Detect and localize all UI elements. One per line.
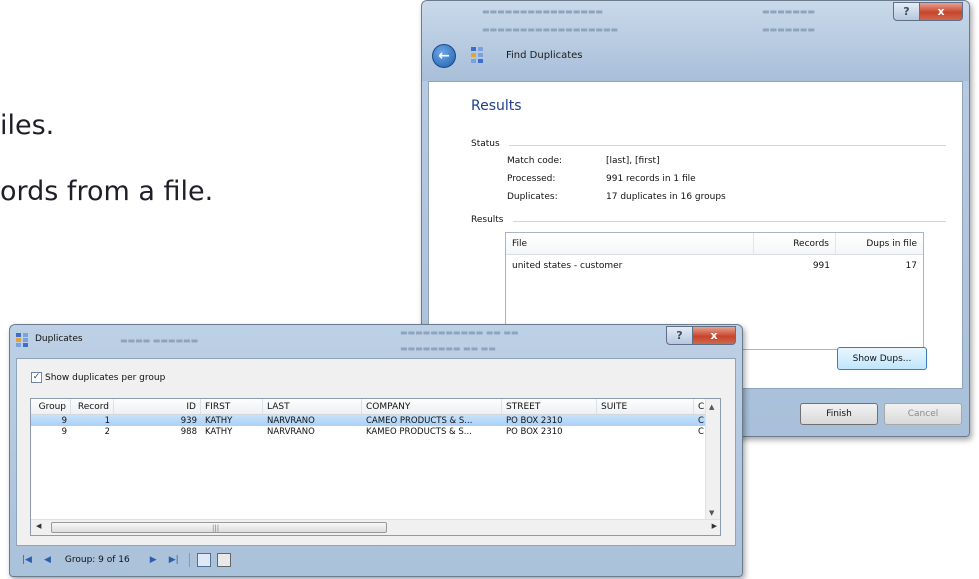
help-icon: ? <box>676 329 683 342</box>
first-icon[interactable]: |◀ <box>22 555 32 565</box>
group-navigator: |◀ ◀ Group: 9 of 16 ▶ ▶| <box>16 550 234 570</box>
close-icon: x <box>710 329 718 342</box>
window-controls: ? x <box>666 326 736 345</box>
copy-icon[interactable] <box>196 553 211 567</box>
close-button[interactable]: x <box>919 2 963 21</box>
table-row[interactable]: 9 1 939 KATHY NARVRANO CAMEO PRODUCTS & … <box>31 415 720 426</box>
help-button[interactable]: ? <box>893 2 920 21</box>
scroll-up-icon[interactable]: ▲ <box>709 403 714 411</box>
back-arrow-icon: ← <box>438 48 450 64</box>
status-section-label: Status <box>471 139 500 149</box>
column-header-last[interactable]: LAST <box>263 399 362 414</box>
column-header-first[interactable]: FIRST <box>201 399 263 414</box>
duplicates-value: 17 duplicates in 16 groups <box>606 192 726 202</box>
duplicates-window: Duplicates ▬▬▬▬ ▬▬▬▬▬▬ ▬▬▬▬▬▬▬▬▬▬▬ ▬▬ ▬▬… <box>9 324 743 577</box>
close-icon: x <box>937 5 945 18</box>
column-header-dups-in-file[interactable]: Dups in file <box>836 233 923 254</box>
window-title: Find Duplicates <box>506 50 583 61</box>
cell-records: 991 <box>812 261 830 271</box>
cell-street: PO BOX 2310 <box>506 426 563 437</box>
processed-value: 991 records in 1 file <box>606 174 696 184</box>
scroll-down-icon[interactable]: ▼ <box>709 509 714 517</box>
grip-icon: ||| <box>212 524 220 532</box>
divider <box>513 221 946 222</box>
cell-company: CAMEO PRODUCTS & S... <box>366 415 473 426</box>
scrollbar-thumb[interactable]: ||| <box>51 522 387 533</box>
duplicates-content: ✓ Show duplicates per group Group Record… <box>16 358 736 546</box>
column-header-group[interactable]: Group <box>31 399 71 414</box>
column-header-id[interactable]: ID <box>114 399 201 414</box>
page-title: Results <box>471 98 522 114</box>
print-icon[interactable] <box>216 553 231 567</box>
background-ghost-text: ▬▬▬▬▬▬▬▬ ▬▬ ▬▬ <box>400 344 496 353</box>
cell-company: KAMEO PRODUCTS & S... <box>366 426 472 437</box>
background-ghost-text: ▬▬▬▬▬▬▬▬▬▬▬ ▬▬ ▬▬ <box>400 328 519 337</box>
cell-first: KATHY <box>205 426 233 437</box>
cell-suite <box>597 415 694 426</box>
cell-group: 9 <box>61 415 67 426</box>
processed-label: Processed: <box>507 174 556 184</box>
cell-dups: 17 <box>905 261 917 271</box>
column-header-company[interactable]: COMPANY <box>362 399 502 414</box>
last-icon[interactable]: ▶| <box>169 555 179 565</box>
column-header-records[interactable]: Records <box>754 233 836 254</box>
background-ghost-text: ▬▬▬▬▬▬▬▬▬▬▬▬▬▬▬▬ <box>482 7 603 16</box>
window-controls: ? x <box>893 2 963 21</box>
back-button[interactable]: ← <box>432 44 456 68</box>
table-row[interactable]: 9 2 988 KATHY NARVRANO KAMEO PRODUCTS & … <box>31 426 720 437</box>
checkbox-label: Show duplicates per group <box>45 372 166 383</box>
cell-street: PO BOX 2310 <box>506 415 563 426</box>
scroll-left-icon[interactable]: ◀ <box>36 522 41 530</box>
divider <box>188 553 190 567</box>
divider <box>509 145 946 146</box>
cell-id: 988 <box>180 426 197 437</box>
cell-last: NARVRANO <box>267 426 315 437</box>
results-section-label: Results <box>471 215 504 225</box>
help-button[interactable]: ? <box>666 326 693 345</box>
background-ghost-text: ▬▬▬▬▬▬▬ <box>762 25 815 34</box>
column-header-street[interactable]: STREET <box>502 399 597 414</box>
table-row[interactable]: united states - customer 991 17 <box>506 255 923 277</box>
column-header-record[interactable]: Record <box>71 399 114 414</box>
vertical-scrollbar[interactable]: ▲ ▼ <box>705 399 720 519</box>
group-position: Group: 9 of 16 <box>64 555 130 565</box>
window-title: Duplicates <box>35 334 83 344</box>
cancel-button[interactable]: Cancel <box>884 403 962 425</box>
next-icon[interactable]: ▶ <box>150 555 157 565</box>
background-ghost-text: ▬▬▬▬ ▬▬▬▬▬▬ <box>120 336 199 345</box>
horizontal-scrollbar[interactable]: ◀ ||| ▶ <box>31 519 720 535</box>
finish-button[interactable]: Finish <box>800 403 878 425</box>
prev-icon[interactable]: ◀ <box>44 555 51 565</box>
show-dups-button[interactable]: Show Dups... <box>837 347 927 370</box>
match-code-label: Match code: <box>507 156 563 166</box>
table-header: File Records Dups in file <box>506 233 923 255</box>
slide-text-line-2: ords from a file. <box>0 176 214 207</box>
app-grid-icon <box>471 47 485 63</box>
duplicates-label: Duplicates: <box>507 192 558 202</box>
cell-suite <box>597 426 694 437</box>
title-bar: ▬▬▬▬▬▬▬▬▬▬▬▬▬▬▬▬ ▬▬▬▬▬▬▬▬▬▬▬▬▬▬▬▬▬▬ ▬▬▬▬… <box>422 1 969 81</box>
duplicates-grid: Group Record ID FIRST LAST COMPANY STREE… <box>30 398 721 536</box>
slide-text-line-1: iles. <box>0 110 55 141</box>
column-header-suite[interactable]: SUITE <box>597 399 694 414</box>
cell-first: KATHY <box>205 415 233 426</box>
grid-header: Group Record ID FIRST LAST COMPANY STREE… <box>31 399 720 415</box>
close-button[interactable]: x <box>692 326 736 345</box>
cell-group: 9 <box>61 426 67 437</box>
cell-last: NARVRANO <box>267 415 315 426</box>
help-icon: ? <box>903 5 910 18</box>
show-duplicates-per-group-checkbox[interactable]: ✓ Show duplicates per group <box>31 372 165 383</box>
scroll-right-icon[interactable]: ▶ <box>712 522 717 530</box>
column-header-file[interactable]: File <box>506 233 754 254</box>
background-ghost-text: ▬▬▬▬▬▬▬ <box>762 7 815 16</box>
cell-record: 2 <box>104 426 110 437</box>
app-grid-icon <box>16 333 30 347</box>
checkbox-check-icon: ✓ <box>31 372 42 383</box>
cell-record: 1 <box>104 415 110 426</box>
cell-file: united states - customer <box>512 261 623 271</box>
cell-id: 939 <box>180 415 197 426</box>
background-ghost-text: ▬▬▬▬▬▬▬▬▬▬▬▬▬▬▬▬▬▬ <box>482 25 619 34</box>
match-code-value: [last], [first] <box>606 156 660 166</box>
